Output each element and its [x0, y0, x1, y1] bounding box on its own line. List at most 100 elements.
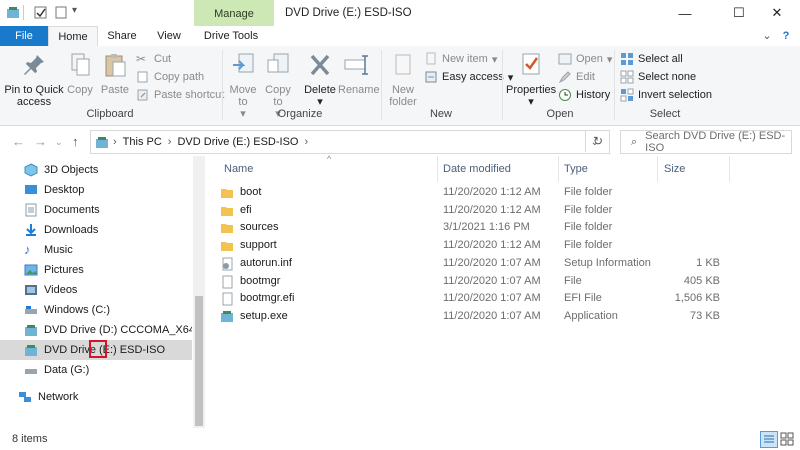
videos-icon	[25, 285, 37, 295]
file-row[interactable]: boot 11/20/2020 1:12 AM File folder	[220, 184, 725, 201]
help-icon[interactable]: ?	[778, 26, 794, 46]
file-icon	[222, 275, 233, 288]
tab-drive-tools[interactable]: Drive Tools	[196, 26, 266, 46]
nav-pane-scroll-thumb[interactable]	[195, 296, 203, 426]
details-view-icon[interactable]	[760, 431, 778, 448]
new-item-button[interactable]: New item ▾	[424, 50, 497, 68]
select-none-icon	[620, 70, 634, 84]
new-folder-qat-icon[interactable]	[54, 6, 68, 19]
copy-button[interactable]: Copy	[66, 52, 94, 96]
collapse-ribbon-icon[interactable]: ⌄	[760, 26, 774, 46]
history-icon	[559, 89, 571, 101]
paste-shortcut-icon	[137, 89, 148, 101]
drive-icon	[25, 369, 37, 374]
navigation-pane: 3D Objects Desktop Documents Downloads ♪…	[0, 156, 205, 428]
pin-to-quick-access-button[interactable]: Pin to Quick access	[4, 52, 64, 108]
select-none-button[interactable]: Select none	[620, 68, 696, 86]
search-placeholder: Search DVD Drive (E:) ESD-ISO	[645, 130, 786, 154]
properties-button[interactable]: Properties ▾	[506, 52, 556, 108]
back-arrow-icon[interactable]: ←	[12, 134, 25, 149]
file-row[interactable]: sources 3/1/2021 1:16 PM File folder	[220, 219, 725, 236]
setup-info-file-icon	[222, 257, 233, 270]
delete-button[interactable]: Delete ▾	[302, 52, 338, 108]
refresh-icon[interactable]: ↻	[585, 130, 610, 152]
file-row[interactable]: support 11/20/2020 1:12 AM File folder	[220, 237, 725, 254]
manage-contextual-tab[interactable]: Manage	[194, 0, 274, 26]
column-header-type[interactable]: Type	[564, 156, 588, 182]
properties-qat-icon[interactable]	[34, 6, 48, 19]
ribbon: Pin to Quick access Copy Paste ✂ Cut Copy…	[0, 46, 800, 126]
folder-icon	[221, 206, 233, 216]
file-row[interactable]: efi 11/20/2020 1:12 AM File folder	[220, 202, 725, 219]
delete-label: Delete ▾	[304, 84, 336, 108]
history-button[interactable]: History	[558, 86, 610, 104]
move-to-label: Move to ▾	[229, 84, 257, 120]
breadcrumb-current[interactable]: DVD Drive (E:) ESD-ISO	[177, 136, 298, 148]
cut-label: Cut	[154, 53, 172, 65]
tab-file[interactable]: File	[0, 26, 48, 46]
move-to-icon	[233, 53, 254, 73]
large-icons-view-icon[interactable]	[780, 432, 794, 446]
clipboard-group-label: Clipboard	[86, 108, 134, 120]
file-row[interactable]: setup.exe 11/20/2020 1:07 AM Application…	[220, 308, 725, 325]
pin-label: Pin to Quick access	[4, 84, 64, 108]
up-arrow-icon[interactable]: ↑	[72, 134, 79, 149]
drive-letter-highlight	[89, 340, 107, 358]
nav-item-videos[interactable]: Videos	[24, 280, 192, 300]
tab-share[interactable]: Share	[100, 26, 144, 46]
edit-button[interactable]: Edit	[558, 68, 595, 86]
nav-item-music[interactable]: ♪ Music	[24, 240, 192, 260]
file-row[interactable]: bootmgr.efi 11/20/2020 1:07 AM EFI File …	[220, 290, 725, 307]
copy-path-button[interactable]: Copy path	[136, 68, 204, 86]
nav-item-documents[interactable]: Documents	[24, 200, 192, 220]
nav-item-3d-objects[interactable]: 3D Objects	[24, 160, 192, 180]
window-title: DVD Drive (E:) ESD-ISO	[285, 7, 412, 19]
invert-selection-button[interactable]: Invert selection	[620, 86, 712, 104]
delete-x-icon	[310, 54, 330, 76]
nav-item-windows-c[interactable]: Windows (C:)	[24, 300, 192, 320]
open-group-label: Open	[546, 108, 574, 120]
search-icon: ⌕	[631, 135, 638, 148]
tab-view[interactable]: View	[150, 26, 188, 46]
easy-access-button[interactable]: Easy access ▾	[424, 68, 513, 86]
recent-locations-icon[interactable]: ⌄	[55, 137, 63, 148]
network-icon	[19, 392, 31, 402]
select-all-button[interactable]: Select all	[620, 50, 683, 68]
search-box[interactable]: ⌕ Search DVD Drive (E:) ESD-ISO	[620, 130, 792, 154]
file-row[interactable]: autorun.inf 11/20/2020 1:07 AM Setup Inf…	[220, 255, 725, 272]
customize-qat-icon[interactable]: ▾	[72, 5, 77, 16]
nav-item-desktop[interactable]: Desktop	[24, 180, 192, 200]
cut-button[interactable]: ✂ Cut	[136, 50, 171, 68]
new-folder-button[interactable]: New folder	[384, 52, 422, 108]
rename-label: Rename	[338, 84, 380, 96]
rename-icon	[344, 55, 368, 75]
paste-shortcut-button[interactable]: Paste shortcut	[136, 86, 224, 104]
column-header-size[interactable]: Size	[664, 156, 685, 182]
breadcrumb-this-pc[interactable]: This PC	[123, 136, 162, 148]
paste-button[interactable]: Paste	[100, 52, 130, 96]
rename-button[interactable]: Rename	[338, 52, 380, 96]
nav-pane-scrollbar[interactable]	[193, 156, 205, 428]
file-row[interactable]: bootmgr 11/20/2020 1:07 AM File 405 KB	[220, 273, 725, 290]
breadcrumb-separator: ›	[167, 136, 172, 148]
move-to-button[interactable]: Move to ▾	[226, 52, 260, 120]
address-bar[interactable]: › This PC › DVD Drive (E:) ESD-ISO › ⌄	[90, 130, 610, 154]
column-header-name[interactable]: Name	[224, 156, 253, 182]
status-bar: 8 items	[0, 428, 800, 450]
minimize-button[interactable]: —	[662, 0, 708, 26]
nav-item-downloads[interactable]: Downloads	[24, 220, 192, 240]
nav-item-pictures[interactable]: Pictures	[24, 260, 192, 280]
tab-home[interactable]: Home	[48, 26, 98, 48]
column-header-date[interactable]: Date modified	[443, 156, 511, 182]
nav-item-data-g[interactable]: Data (G:)	[24, 360, 192, 380]
forward-arrow-icon[interactable]: →	[34, 134, 47, 149]
dvd-drive-app-icon	[7, 7, 19, 18]
open-button[interactable]: Open ▾	[558, 50, 612, 68]
music-icon: ♪	[24, 242, 31, 257]
downloads-icon	[26, 224, 36, 236]
nav-item-dvd-d[interactable]: DVD Drive (D:) CCCOMA_X64FRE	[24, 320, 192, 340]
nav-item-network[interactable]: Network	[18, 387, 186, 407]
close-button[interactable]: ✕	[754, 0, 800, 26]
select-group-label: Select	[649, 108, 681, 120]
folder-icon	[221, 241, 233, 251]
